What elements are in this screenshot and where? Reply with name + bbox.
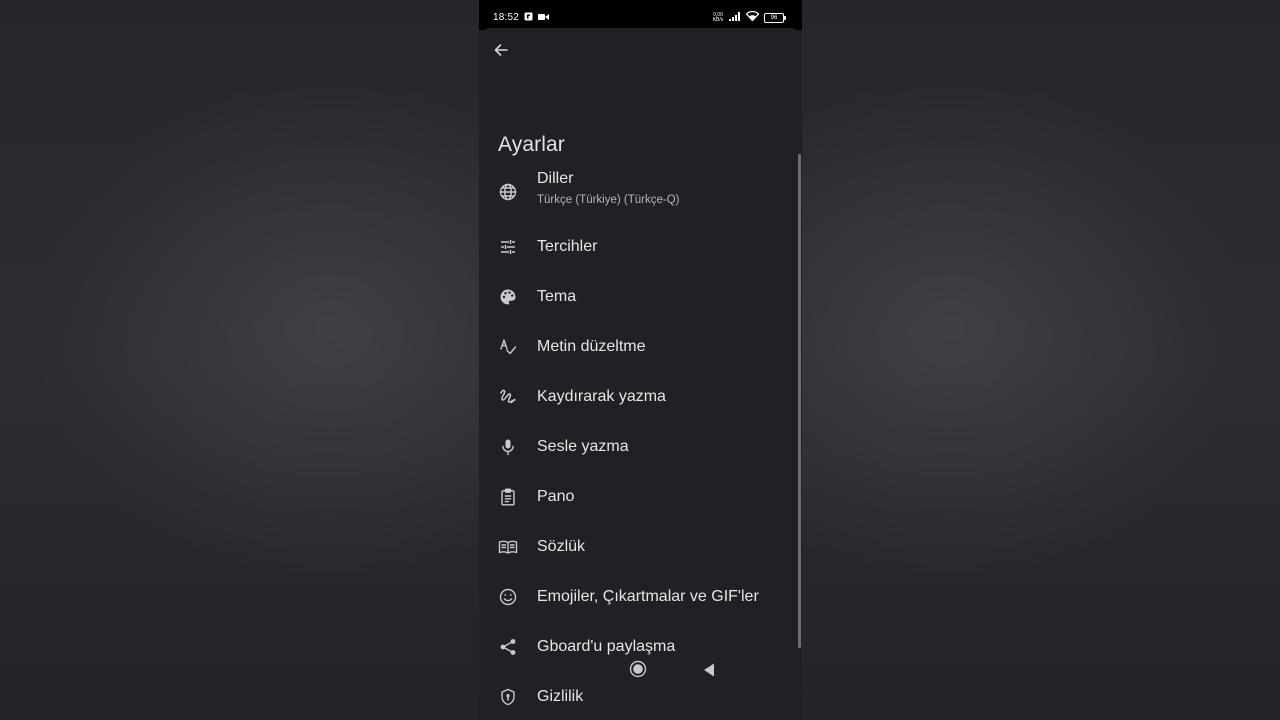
battery-icon: 96 [764, 12, 786, 23]
menu-item-voice-typing[interactable]: Sesle yazma [479, 426, 794, 470]
status-left-icons [524, 12, 549, 24]
nav-back-button[interactable] [701, 662, 717, 683]
arrow-back-icon [493, 42, 509, 63]
palette-icon [497, 286, 519, 308]
back-button[interactable] [491, 42, 511, 62]
menu-item-label: Gizlilik [537, 688, 584, 705]
home-circle-icon [629, 660, 647, 683]
status-time: 18:52 [493, 12, 520, 23]
scrollbar[interactable] [798, 154, 801, 648]
menu-item-dictionary[interactable]: Sözlük [479, 526, 794, 570]
menu-item-text-correction[interactable]: Metin düzeltme [479, 326, 794, 370]
clipboard-icon [497, 486, 519, 508]
shield-icon [497, 686, 519, 708]
gesture-icon [497, 386, 519, 408]
menu-item-label: Metin düzeltme [537, 338, 646, 355]
wifi-icon [745, 10, 760, 24]
menu-item-label: Sözlük [537, 538, 586, 555]
network-speed-unit: KB/s [712, 16, 724, 23]
microphone-icon [497, 436, 519, 458]
menu-item-clipboard[interactable]: Pano [479, 476, 794, 520]
tune-icon [497, 236, 519, 258]
page-title: Ayarlar [498, 133, 565, 157]
menu-item-privacy[interactable]: Gizlilik [479, 676, 794, 720]
menu-item-label: Gboard'u paylaşma [537, 638, 676, 655]
menu-item-emoji-stickers-gifs[interactable]: Emojiler, Çıkartmalar ve GIF'ler [479, 576, 794, 620]
spellcheck-icon [497, 336, 519, 358]
nav-home-button[interactable] [629, 660, 647, 683]
network-speed: 0,00 KB/s [712, 12, 724, 23]
signal-icon [729, 11, 741, 24]
menu-item-label: Diller [537, 170, 574, 187]
menu-item-languages[interactable]: Diller Türkçe (Türkiye) (Türkçe-Q) [479, 168, 794, 220]
menu-item-sublabel: Türkçe (Türkiye) (Türkçe-Q) [537, 194, 680, 206]
share-icon [497, 636, 519, 658]
emoji-icon [497, 586, 519, 608]
status-right-icons: 0,00 KB/s 96 [712, 10, 786, 24]
menu-item-label: Tema [537, 288, 577, 305]
menu-item-label: Emojiler, Çıkartmalar ve GIF'ler [537, 588, 759, 605]
status-bar: 18:52 0,00 KB/s 96 [479, 0, 802, 30]
menu-item-label: Sesle yazma [537, 438, 629, 455]
dictionary-icon [497, 536, 519, 558]
video-record-icon [538, 13, 549, 24]
phone-screen: 18:52 0,00 KB/s 96 Ayarlar Diller Türkçe… [479, 0, 802, 720]
menu-item-label: Pano [537, 488, 575, 505]
menu-item-preferences[interactable]: Tercihler [479, 226, 794, 270]
back-triangle-icon [702, 662, 716, 683]
globe-icon [497, 181, 519, 203]
battery-level: 96 [770, 14, 778, 21]
menu-item-theme[interactable]: Tema [479, 276, 794, 320]
menu-item-glide-typing[interactable]: Kaydırarak yazma [479, 376, 794, 420]
notification-icon [524, 12, 533, 24]
menu-item-label: Kaydırarak yazma [537, 388, 666, 405]
menu-item-label: Tercihler [537, 238, 598, 255]
